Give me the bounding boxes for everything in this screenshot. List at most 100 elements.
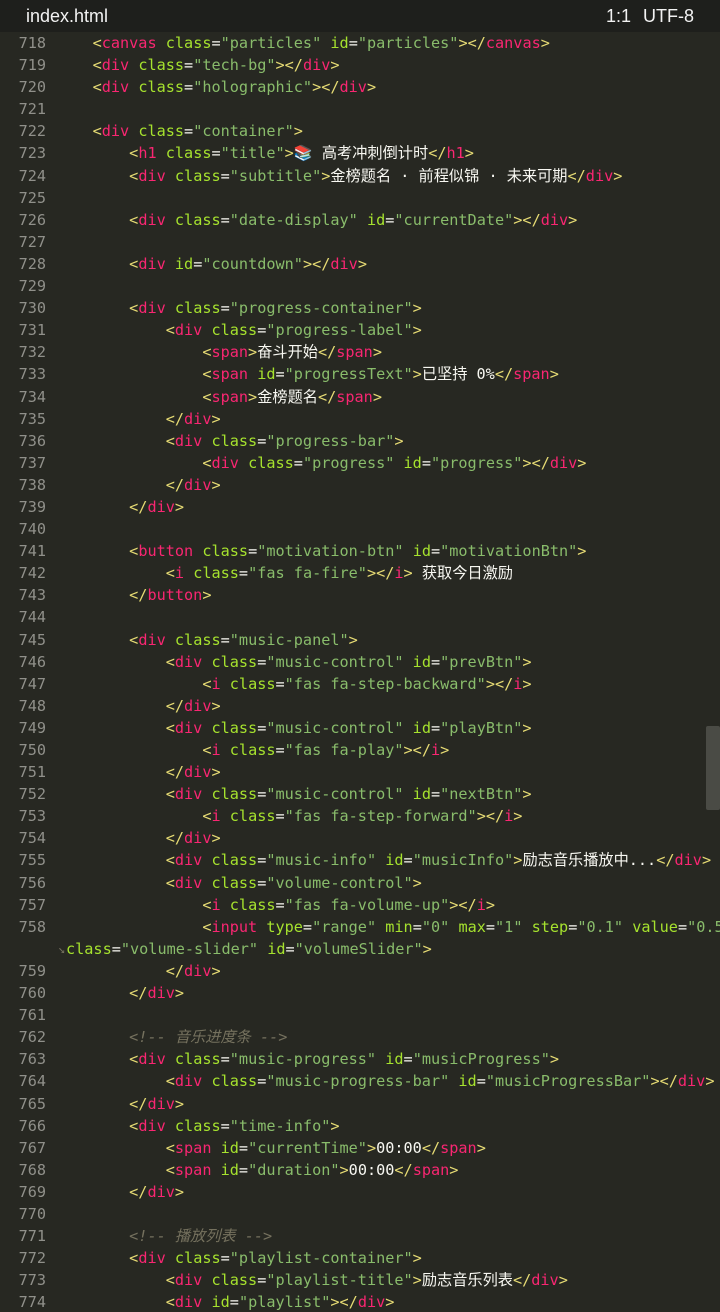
code-line[interactable]: 735 </div>: [0, 408, 704, 430]
line-source: <i class="fas fa-fire"></i> 获取今日激励: [56, 562, 513, 584]
code-line[interactable]: 760 </div>: [0, 982, 704, 1004]
code-line[interactable]: 763 <div class="music-progress" id="musi…: [0, 1048, 704, 1070]
code-token: =: [257, 851, 267, 870]
line-source: <!-- 音乐进度条 -->: [56, 1026, 287, 1048]
line-number: 735: [18, 409, 46, 428]
code-token: id: [412, 652, 431, 671]
code-line[interactable]: 724 <div class="subtitle">金榜题名 · 前程似锦 · …: [0, 165, 704, 187]
code-token: i: [430, 741, 441, 759]
code-line[interactable]: 748 </div>: [0, 695, 704, 717]
code-token: =: [275, 807, 285, 826]
code-area[interactable]: 718 <canvas class="particles" id="partic…: [0, 32, 720, 1312]
line-number: 718: [18, 34, 46, 52]
code-line[interactable]: 770: [0, 1203, 704, 1225]
code-line[interactable]: 720 <div class="holographic"></div>: [0, 76, 704, 98]
code-line[interactable]: 762 <!-- 音乐进度条 -->: [0, 1026, 704, 1048]
code-line[interactable]: 753 <i class="fas fa-step-forward"></i>: [0, 805, 704, 827]
code-line[interactable]: 721: [0, 98, 704, 120]
code-line[interactable]: 719 <div class="tech-bg"></div>: [0, 54, 704, 76]
code-token: =: [430, 785, 441, 804]
code-token: >: [348, 630, 358, 649]
code-line[interactable]: 771 <!-- 播放列表 -->: [0, 1225, 704, 1247]
code-line[interactable]: 746 <div class="music-control" id="prevB…: [0, 651, 704, 673]
code-line[interactable]: 725: [0, 187, 704, 209]
code-line[interactable]: 755 <div class="music-info" id="musicInf…: [0, 849, 712, 871]
code-line[interactable]: ↘ class="volume-slider" id="volumeSlider"…: [0, 938, 704, 960]
code-line[interactable]: 754 </div>: [0, 827, 704, 849]
code-line[interactable]: 769 </div>: [0, 1181, 704, 1203]
code-line[interactable]: 747 <i class="fas fa-step-backward"></i>: [0, 673, 704, 695]
code-line[interactable]: 767 <span id="currentTime">00:00</span>: [0, 1137, 704, 1159]
code-line[interactable]: 731 <div class="progress-label">: [0, 319, 704, 341]
code-line[interactable]: 743 </button>: [0, 584, 704, 606]
code-line[interactable]: 758 <input type="range" min="0" max="1" …: [0, 916, 720, 938]
code-token: <: [92, 56, 102, 75]
file-tab-name[interactable]: index.html: [26, 6, 108, 27]
code-line[interactable]: 749 <div class="music-control" id="playB…: [0, 717, 704, 739]
code-line[interactable]: 750 <i class="fas fa-play"></i>: [0, 739, 704, 761]
code-line[interactable]: 727: [0, 231, 704, 253]
code-line[interactable]: 737 <div class="progress" id="progress">…: [0, 452, 704, 474]
code-line[interactable]: 740: [0, 518, 704, 540]
code-token: =: [220, 299, 230, 318]
code-token: <: [165, 1160, 175, 1179]
code-line[interactable]: 739 </div>: [0, 496, 704, 518]
code-token: ></: [403, 741, 431, 759]
code-line[interactable]: 772 <div class="playlist-container">: [0, 1247, 704, 1269]
code-line[interactable]: 726 <div class="date-display" id="curren…: [0, 209, 704, 231]
code-line[interactable]: 734 <span>金榜题名</span>: [0, 386, 704, 408]
code-token: <: [129, 299, 139, 318]
code-line[interactable]: 761: [0, 1004, 704, 1026]
code-token: span: [211, 387, 249, 406]
code-line[interactable]: 742 <i class="fas fa-fire"></i> 获取今日激励: [0, 562, 704, 584]
code-token: =: [211, 144, 221, 163]
vertical-scrollbar[interactable]: [704, 32, 720, 1312]
code-token: >: [394, 431, 404, 450]
code-line[interactable]: 738 </div>: [0, 474, 704, 496]
code-token: id: [385, 1050, 404, 1069]
code-line[interactable]: 774 <div id="playlist"></div>: [0, 1291, 704, 1312]
cursor-position[interactable]: 1:1: [606, 6, 631, 27]
code-line[interactable]: 722 <div class="container">: [0, 120, 704, 142]
code-line[interactable]: 744: [0, 606, 704, 628]
code-token: div: [211, 453, 239, 472]
code-line[interactable]: 723 <h1 class="title">📚 高考冲刺倒计时</h1>: [0, 142, 704, 164]
code-line[interactable]: 732 <span>奋斗开始</span>: [0, 341, 704, 363]
code-line[interactable]: 751 </div>: [0, 761, 704, 783]
code-line[interactable]: 766 <div class="time-info">: [0, 1115, 704, 1137]
code-token: class: [165, 34, 212, 52]
code-line[interactable]: 757 <i class="fas fa-volume-up"></i>: [0, 894, 704, 916]
code-line[interactable]: 741 <button class="motivation-btn" id="m…: [0, 540, 704, 562]
code-line[interactable]: 773 <div class="playlist-title">励志音乐列表</…: [0, 1269, 704, 1291]
code-line[interactable]: 752 <div class="music-control" id="nextB…: [0, 783, 704, 805]
code-token: div: [184, 409, 212, 428]
code-line[interactable]: 728 <div id="countdown"></div>: [0, 253, 704, 275]
code-line[interactable]: 730 <div class="progress-container">: [0, 297, 704, 319]
code-line[interactable]: 745 <div class="music-panel">: [0, 629, 704, 651]
code-token: =: [184, 122, 194, 141]
code-line[interactable]: 756 <div class="volume-control">: [0, 872, 704, 894]
line-number: 744: [18, 608, 46, 627]
code-line[interactable]: 768 <span id="duration">00:00</span>: [0, 1159, 704, 1181]
code-line[interactable]: 759 </div>: [0, 960, 704, 982]
code-line[interactable]: 764 <div class="music-progress-bar" id="…: [0, 1070, 715, 1092]
code-editor[interactable]: 718 <canvas class="particles" id="partic…: [0, 32, 720, 1312]
code-token: =: [430, 718, 441, 737]
code-token: 金榜题名: [257, 387, 318, 406]
code-token: "playlist-container": [229, 1249, 413, 1268]
code-line[interactable]: 729: [0, 275, 704, 297]
code-line[interactable]: 765 </div>: [0, 1093, 704, 1115]
code-line[interactable]: 718 <canvas class="particles" id="partic…: [0, 32, 704, 54]
code-line[interactable]: 733 <span id="progressText">已坚持 0%</span…: [0, 363, 704, 385]
code-token: class: [174, 210, 221, 229]
scrollbar-thumb[interactable]: [706, 726, 720, 810]
code-token: >: [613, 166, 623, 185]
file-encoding[interactable]: UTF-8: [643, 6, 694, 27]
code-token: >: [211, 763, 221, 782]
code-line[interactable]: 736 <div class="progress-bar">: [0, 430, 704, 452]
code-token: div: [101, 122, 130, 141]
